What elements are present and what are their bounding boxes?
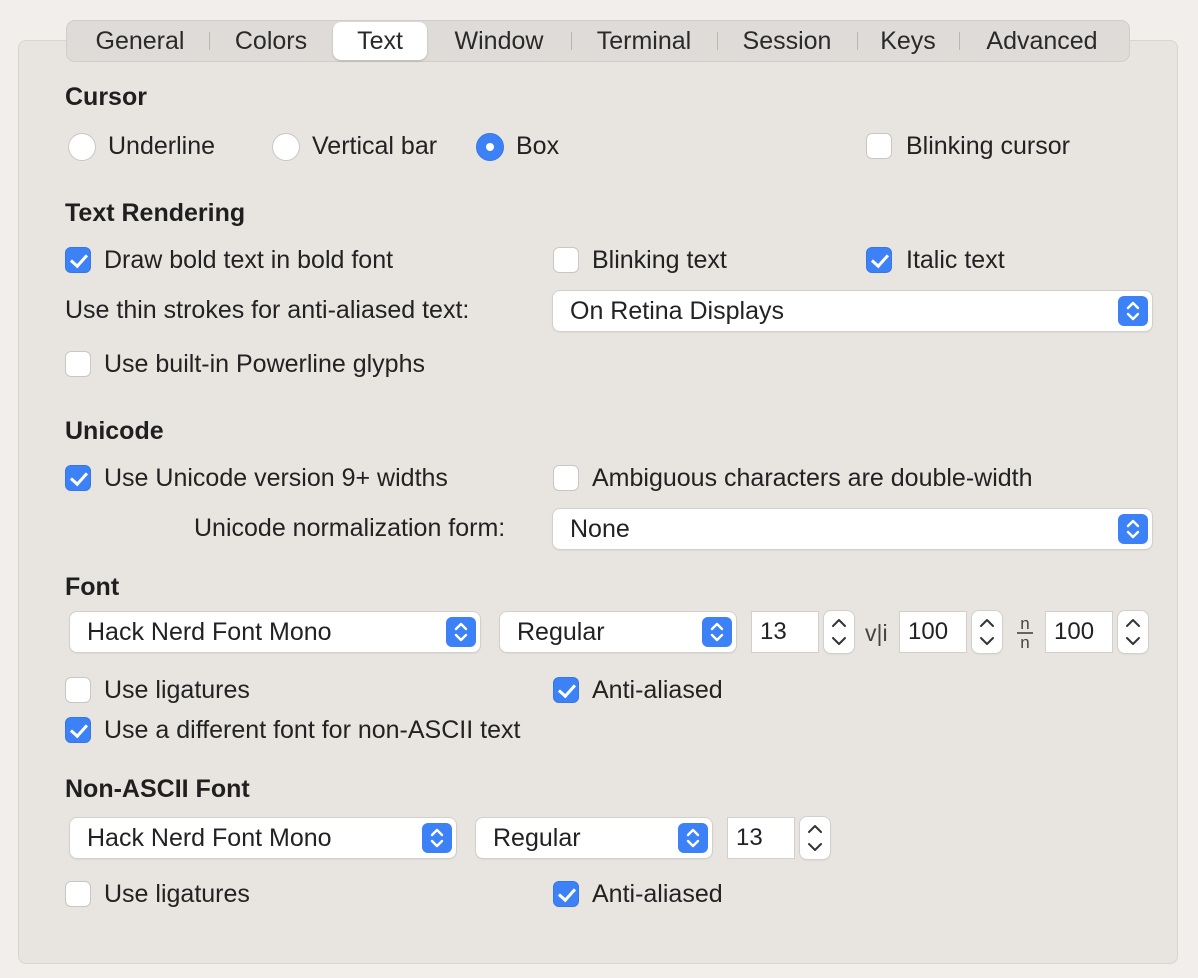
thin-strokes-label: Use thin strokes for anti-aliased text: <box>65 296 470 324</box>
non-ascii-antialiased-label: Anti-aliased <box>592 880 723 908</box>
ambiguous-double-width-label: Ambiguous characters are double-width <box>592 464 1033 492</box>
font-antialiased-checkbox[interactable] <box>553 677 579 703</box>
chevron-up-down-icon <box>1118 296 1148 326</box>
font-ligatures-label: Use ligatures <box>104 676 250 704</box>
svg-text:n: n <box>1020 614 1029 633</box>
non-ascii-font-heading: Non-ASCII Font <box>65 775 250 803</box>
blinking-text-label: Blinking text <box>592 246 727 274</box>
non-ascii-font-style-value: Regular <box>493 824 581 852</box>
unicode-heading: Unicode <box>65 417 164 445</box>
font-family-popup[interactable]: Hack Nerd Font Mono <box>70 612 480 652</box>
chevron-up-down-icon <box>422 823 452 853</box>
powerline-glyphs-checkbox[interactable] <box>65 351 91 377</box>
chevron-up-down-icon <box>1118 514 1148 544</box>
font-antialiased-label: Anti-aliased <box>592 676 723 704</box>
tab-session[interactable]: Session <box>717 21 857 61</box>
thin-strokes-value: On Retina Displays <box>570 297 784 325</box>
chevron-up-down-icon <box>702 617 732 647</box>
font-size-value: 13 <box>760 618 787 645</box>
normalization-popup[interactable]: None <box>553 509 1152 549</box>
vertical-spacing-stepper[interactable] <box>1118 611 1148 653</box>
tab-general[interactable]: General <box>71 21 209 61</box>
vertical-spacing-icon: n n <box>1014 614 1036 652</box>
font-style-popup[interactable]: Regular <box>500 612 736 652</box>
non-ascii-ligatures-label: Use ligatures <box>104 880 250 908</box>
cursor-vertical-bar-label: Vertical bar <box>312 132 438 160</box>
non-ascii-font-checkbox[interactable] <box>65 717 91 743</box>
tab-keys[interactable]: Keys <box>857 21 959 61</box>
thin-strokes-popup[interactable]: On Retina Displays <box>553 291 1152 331</box>
normalization-label: Unicode normalization form: <box>194 514 506 542</box>
non-ascii-font-style-popup[interactable]: Regular <box>476 818 712 858</box>
non-ascii-font-size-value: 13 <box>736 824 763 851</box>
tab-advanced[interactable]: Advanced <box>959 21 1125 61</box>
cursor-box-radio[interactable] <box>476 133 504 161</box>
non-ascii-font-family-value: Hack Nerd Font Mono <box>87 824 332 852</box>
cursor-underline-label: Underline <box>108 132 216 160</box>
font-family-value: Hack Nerd Font Mono <box>87 618 332 646</box>
non-ascii-font-family-popup[interactable]: Hack Nerd Font Mono <box>70 818 456 858</box>
cursor-vertical-bar-radio[interactable] <box>272 133 300 161</box>
chevron-up-down-icon <box>678 823 708 853</box>
tab-bar: General Colors Text Window Terminal Sess… <box>66 20 1130 62</box>
draw-bold-checkbox[interactable] <box>65 247 91 273</box>
normalization-value: None <box>570 515 630 543</box>
tab-colors[interactable]: Colors <box>209 21 333 61</box>
text-rendering-heading: Text Rendering <box>65 199 246 227</box>
ambiguous-double-width-checkbox[interactable] <box>553 465 579 491</box>
powerline-glyphs-label: Use built-in Powerline glyphs <box>104 350 425 378</box>
chevron-up-down-icon <box>446 617 476 647</box>
horizontal-spacing-icon: v|i <box>865 620 888 646</box>
blinking-text-checkbox[interactable] <box>553 247 579 273</box>
horizontal-spacing-stepper[interactable] <box>972 611 1002 653</box>
cursor-heading: Cursor <box>65 83 147 111</box>
non-ascii-font-label: Use a different font for non-ASCII text <box>104 716 521 744</box>
vertical-spacing-value: 100 <box>1054 618 1095 645</box>
non-ascii-ligatures-checkbox[interactable] <box>65 881 91 907</box>
horizontal-spacing-value: 100 <box>908 618 949 645</box>
non-ascii-font-size-field[interactable]: 13 <box>728 818 794 858</box>
tab-terminal[interactable]: Terminal <box>571 21 717 61</box>
non-ascii-antialiased-checkbox[interactable] <box>553 881 579 907</box>
unicode-v9-label: Use Unicode version 9+ widths <box>104 464 448 492</box>
unicode-v9-checkbox[interactable] <box>65 465 91 491</box>
italic-text-checkbox[interactable] <box>866 247 892 273</box>
font-size-field[interactable]: 13 <box>752 612 818 652</box>
tab-text[interactable]: Text <box>333 22 427 60</box>
cursor-underline-radio[interactable] <box>68 133 96 161</box>
italic-text-label: Italic text <box>906 246 1005 274</box>
blinking-cursor-label: Blinking cursor <box>906 132 1070 160</box>
draw-bold-label: Draw bold text in bold font <box>104 246 394 274</box>
font-heading: Font <box>65 573 120 601</box>
cursor-box-label: Box <box>516 132 560 160</box>
horizontal-spacing-field[interactable]: 100 <box>900 612 966 652</box>
vertical-spacing-field[interactable]: 100 <box>1046 612 1112 652</box>
tab-window[interactable]: Window <box>427 21 571 61</box>
svg-text:n: n <box>1020 633 1029 650</box>
blinking-cursor-checkbox[interactable] <box>866 133 892 159</box>
font-size-stepper[interactable] <box>824 611 854 653</box>
font-style-value: Regular <box>517 618 605 646</box>
font-ligatures-checkbox[interactable] <box>65 677 91 703</box>
non-ascii-font-size-stepper[interactable] <box>800 817 830 859</box>
